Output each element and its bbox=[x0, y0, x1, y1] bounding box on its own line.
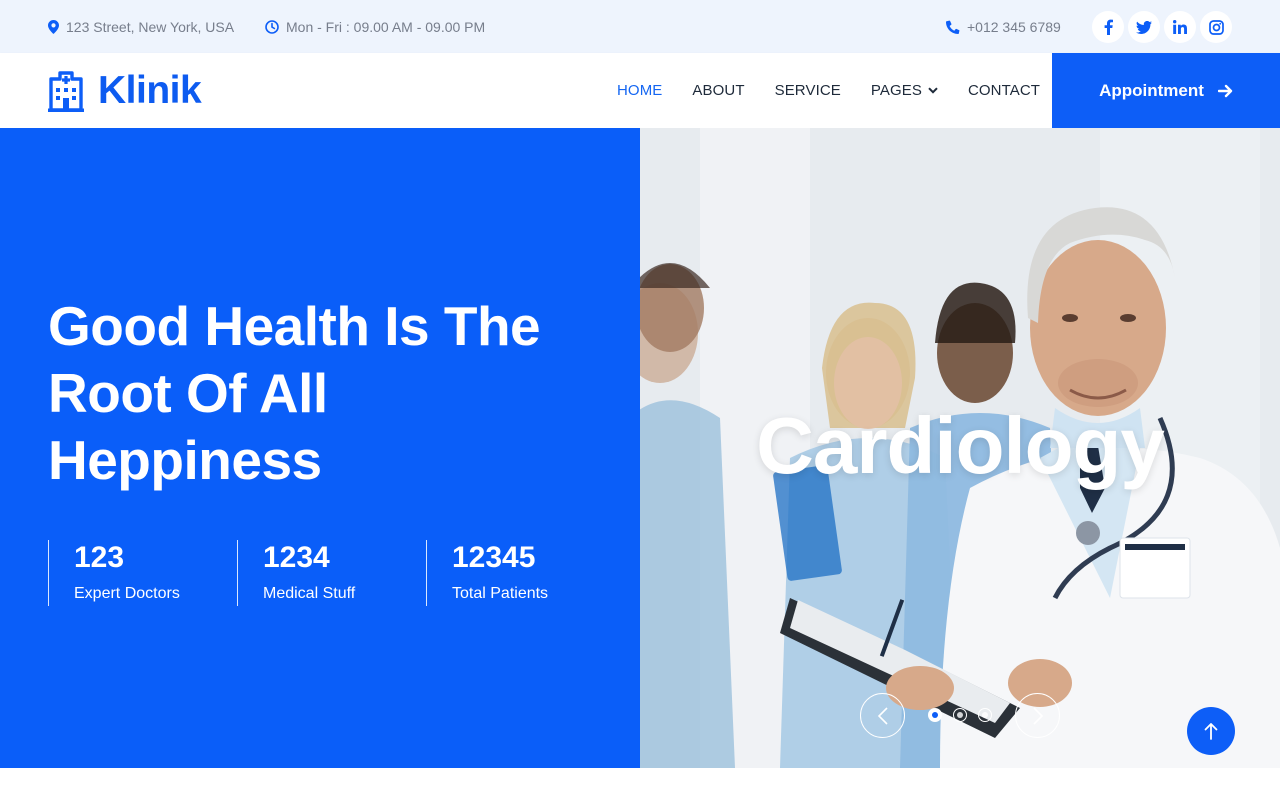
top-info-bar: 123 Street, New York, USA Mon - Fri : 09… bbox=[0, 0, 1280, 53]
carousel-dots bbox=[928, 708, 992, 722]
twitter-icon bbox=[1136, 20, 1152, 34]
arrow-up-icon bbox=[1204, 723, 1218, 740]
carousel-next-button[interactable] bbox=[1015, 693, 1060, 738]
stat-value: 12345 bbox=[452, 541, 536, 574]
nav-item-label: HOME bbox=[617, 82, 663, 99]
facebook-link[interactable] bbox=[1092, 11, 1124, 43]
address-text: 123 Street, New York, USA bbox=[66, 18, 235, 35]
nav-item-contact[interactable]: CONTACT bbox=[968, 82, 1040, 99]
stat-value: 123 bbox=[74, 541, 125, 574]
brand-name: Klinik bbox=[98, 69, 202, 112]
twitter-link[interactable] bbox=[1128, 11, 1160, 43]
hours-text: Mon - Fri : 09.00 AM - 09.00 PM bbox=[286, 18, 486, 35]
carousel-dot-3[interactable] bbox=[978, 708, 992, 722]
stat-expert-doctors: 123 Expert Doctors bbox=[48, 540, 237, 606]
nav-item-label: PAGES bbox=[870, 82, 922, 99]
address-info: 123 Street, New York, USA bbox=[48, 0, 234, 53]
linkedin-icon bbox=[1173, 20, 1187, 34]
stat-medical-stuff: 1234 Medical Stuff bbox=[237, 540, 426, 606]
phone-icon bbox=[946, 20, 960, 34]
chevron-down-icon bbox=[928, 87, 938, 94]
phone-info: +012 345 6789 bbox=[946, 0, 1061, 53]
nav-menu: HOME ABOUT SERVICE PAGES CONTACT bbox=[617, 53, 1070, 128]
appointment-label: Appointment bbox=[1099, 80, 1204, 100]
carousel-dot-1[interactable] bbox=[928, 708, 942, 722]
stat-total-patients: 12345 Total Patients bbox=[426, 540, 615, 606]
social-links bbox=[1092, 11, 1232, 43]
stat-label: Total Patients bbox=[452, 585, 549, 602]
stats-row: 123 Expert Doctors 1234 Medical Stuff 12… bbox=[48, 540, 615, 606]
chevron-left-icon bbox=[877, 706, 888, 725]
map-pin-icon bbox=[48, 19, 59, 34]
slide-title: Cardiology bbox=[756, 401, 1165, 490]
nav-item-pages[interactable]: PAGES bbox=[871, 82, 938, 99]
back-to-top-button[interactable] bbox=[1187, 707, 1235, 755]
brand-logo[interactable]: Klinik bbox=[48, 69, 202, 113]
hours-info: Mon - Fri : 09.00 AM - 09.00 PM bbox=[265, 0, 485, 53]
nav-item-about[interactable]: ABOUT bbox=[692, 82, 744, 99]
instagram-icon bbox=[1208, 19, 1224, 35]
nav-item-home[interactable]: HOME bbox=[617, 82, 662, 99]
carousel-prev-button[interactable] bbox=[860, 693, 905, 738]
hero-title: Good Health Is The Root Of All Heppiness bbox=[48, 295, 541, 491]
nav-item-service[interactable]: SERVICE bbox=[775, 82, 841, 99]
stat-label: Expert Doctors bbox=[74, 585, 180, 602]
carousel-dot-2[interactable] bbox=[953, 708, 967, 722]
hero-carousel: Cardiology bbox=[640, 128, 1280, 768]
stat-value: 1234 bbox=[263, 541, 330, 574]
stat-label: Medical Stuff bbox=[263, 585, 356, 602]
chevron-right-icon bbox=[1032, 706, 1043, 725]
facebook-icon bbox=[1104, 19, 1113, 35]
linkedin-link[interactable] bbox=[1164, 11, 1196, 43]
instagram-link[interactable] bbox=[1200, 11, 1232, 43]
nav-item-label: SERVICE bbox=[774, 82, 841, 99]
clock-icon bbox=[265, 19, 279, 34]
phone-text: +012 345 6789 bbox=[967, 18, 1061, 35]
hero-panel: Good Health Is The Root Of All Heppiness… bbox=[0, 128, 640, 768]
arrow-right-icon bbox=[1217, 84, 1233, 97]
main-navbar: Klinik HOME ABOUT SERVICE PAGES CONTACT … bbox=[0, 53, 1280, 128]
hospital-icon bbox=[48, 71, 84, 112]
nav-item-label: ABOUT bbox=[692, 82, 745, 99]
nav-item-label: CONTACT bbox=[967, 82, 1041, 99]
appointment-button[interactable]: Appointment bbox=[1052, 53, 1280, 128]
